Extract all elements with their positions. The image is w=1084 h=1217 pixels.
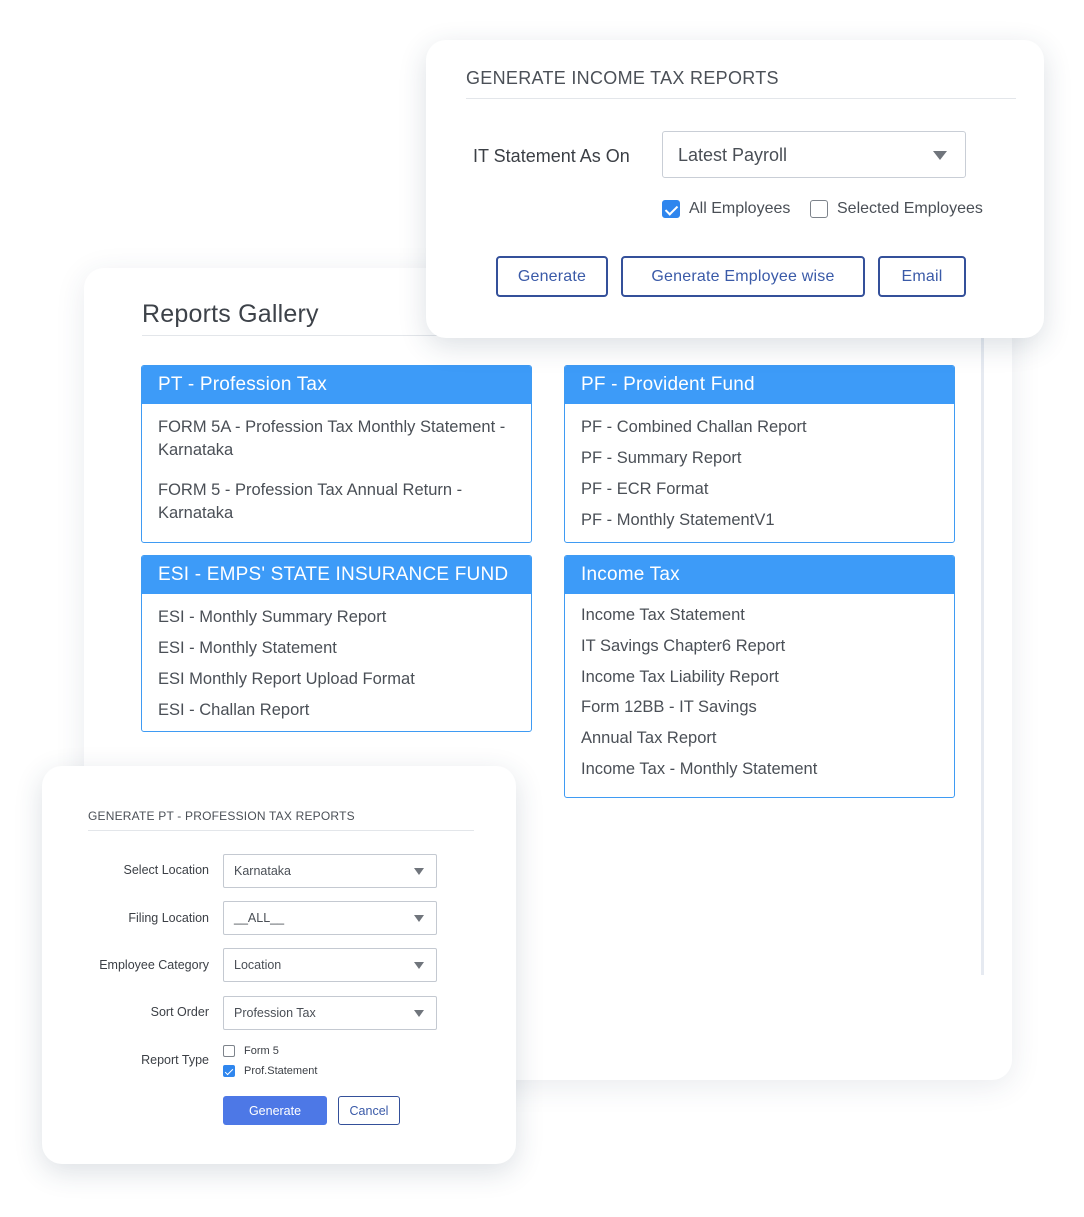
report-link-form-5[interactable]: FORM 5 - Profession Tax Annual Return - … <box>158 479 488 524</box>
sort-order-label: Sort Order <box>150 1005 209 1019</box>
all-employees-label: All Employees <box>689 200 791 217</box>
select-location-dropdown[interactable]: Karnataka <box>223 854 437 888</box>
income-tax-report-dialog: GENERATE INCOME TAX REPORTS IT Statement… <box>426 40 1044 338</box>
gallery-title: Reports Gallery <box>142 300 319 328</box>
chevron-down-icon <box>414 962 424 969</box>
report-link-esi-monthly-statement[interactable]: ESI - Monthly Statement <box>158 637 515 660</box>
panel-title: ESI - EMPS' STATE INSURANCE FUND <box>142 556 531 594</box>
chevron-down-icon <box>414 868 424 875</box>
selected-employees-option[interactable]: Selected Employees <box>810 200 983 218</box>
generate-button[interactable]: Generate <box>496 256 608 297</box>
panel-title: PT - Profession Tax <box>142 366 531 404</box>
filing-location-dropdown[interactable]: __ALL__ <box>223 901 437 935</box>
panel-income-tax: Income Tax Income Tax Statement IT Savin… <box>564 555 955 798</box>
panel-esi: ESI - EMPS' STATE INSURANCE FUND ESI - M… <box>141 555 532 732</box>
select-location-value: Karnataka <box>234 864 291 878</box>
it-statement-select[interactable]: Latest Payroll <box>662 131 966 178</box>
sort-order-value: Profession Tax <box>234 1006 316 1020</box>
report-link-pf-combined-challan[interactable]: PF - Combined Challan Report <box>581 416 938 439</box>
report-type-label: Report Type <box>141 1053 209 1067</box>
all-employees-checkbox[interactable] <box>662 200 680 218</box>
prof-statement-label: Prof.Statement <box>244 1065 318 1077</box>
it-statement-label: IT Statement As On <box>473 146 630 166</box>
employee-category-value: Location <box>234 958 282 972</box>
pt-generate-button[interactable]: Generate <box>223 1096 327 1125</box>
employee-category-dropdown[interactable]: Location <box>223 948 437 982</box>
dialog-title: GENERATE PT - PROFESSION TAX REPORTS <box>88 809 355 823</box>
filing-location-label: Filing Location <box>128 911 209 925</box>
report-link-annual-tax[interactable]: Annual Tax Report <box>581 727 938 750</box>
report-link-esi-monthly-summary[interactable]: ESI - Monthly Summary Report <box>158 606 515 629</box>
employee-category-label: Employee Category <box>99 958 209 972</box>
pt-cancel-button[interactable]: Cancel <box>338 1096 400 1125</box>
form5-label: Form 5 <box>244 1045 279 1057</box>
report-link-form-5a[interactable]: FORM 5A - Profession Tax Monthly Stateme… <box>158 416 518 461</box>
report-link-it-savings-chapter6[interactable]: IT Savings Chapter6 Report <box>581 635 938 658</box>
dialog-title-divider <box>466 98 1016 99</box>
dialog-title: GENERATE INCOME TAX REPORTS <box>466 68 779 88</box>
email-button[interactable]: Email <box>878 256 966 297</box>
select-location-label: Select Location <box>123 863 209 877</box>
report-link-income-tax-liability[interactable]: Income Tax Liability Report <box>581 666 938 689</box>
panel-title: Income Tax <box>565 556 954 594</box>
panel-profession-tax: PT - Profession Tax FORM 5A - Profession… <box>141 365 532 543</box>
panel-provident-fund: PF - Provident Fund PF - Combined Challa… <box>564 365 955 543</box>
report-link-form-12bb[interactable]: Form 12BB - IT Savings <box>581 696 938 719</box>
gallery-scrollbar[interactable] <box>981 335 984 975</box>
selected-employees-checkbox[interactable] <box>810 200 828 218</box>
form5-checkbox[interactable] <box>223 1045 235 1057</box>
report-link-income-tax-monthly[interactable]: Income Tax - Monthly Statement <box>581 758 938 781</box>
filing-location-value: __ALL__ <box>234 911 285 925</box>
panel-title: PF - Provident Fund <box>565 366 954 404</box>
report-link-pf-summary[interactable]: PF - Summary Report <box>581 447 938 470</box>
chevron-down-icon <box>414 1010 424 1017</box>
report-link-pf-monthly-statement[interactable]: PF - Monthly StatementV1 <box>581 509 938 532</box>
chevron-down-icon <box>414 915 424 922</box>
report-link-pf-ecr[interactable]: PF - ECR Format <box>581 478 938 501</box>
prof-statement-checkbox[interactable] <box>223 1065 235 1077</box>
report-link-esi-challan[interactable]: ESI - Challan Report <box>158 699 515 722</box>
report-link-esi-upload-format[interactable]: ESI Monthly Report Upload Format <box>158 668 515 691</box>
report-type-form5-option[interactable]: Form 5 <box>223 1045 279 1057</box>
profession-tax-report-dialog: GENERATE PT - PROFESSION TAX REPORTS Sel… <box>42 766 516 1164</box>
all-employees-option[interactable]: All Employees <box>662 200 790 218</box>
report-type-prof-statement-option[interactable]: Prof.Statement <box>223 1065 317 1077</box>
report-link-income-tax-statement[interactable]: Income Tax Statement <box>581 604 938 627</box>
chevron-down-icon <box>933 151 947 160</box>
sort-order-dropdown[interactable]: Profession Tax <box>223 996 437 1030</box>
generate-employee-wise-button[interactable]: Generate Employee wise <box>621 256 865 297</box>
it-statement-value: Latest Payroll <box>678 145 788 165</box>
selected-employees-label: Selected Employees <box>837 200 983 217</box>
dialog-title-divider <box>88 830 474 831</box>
